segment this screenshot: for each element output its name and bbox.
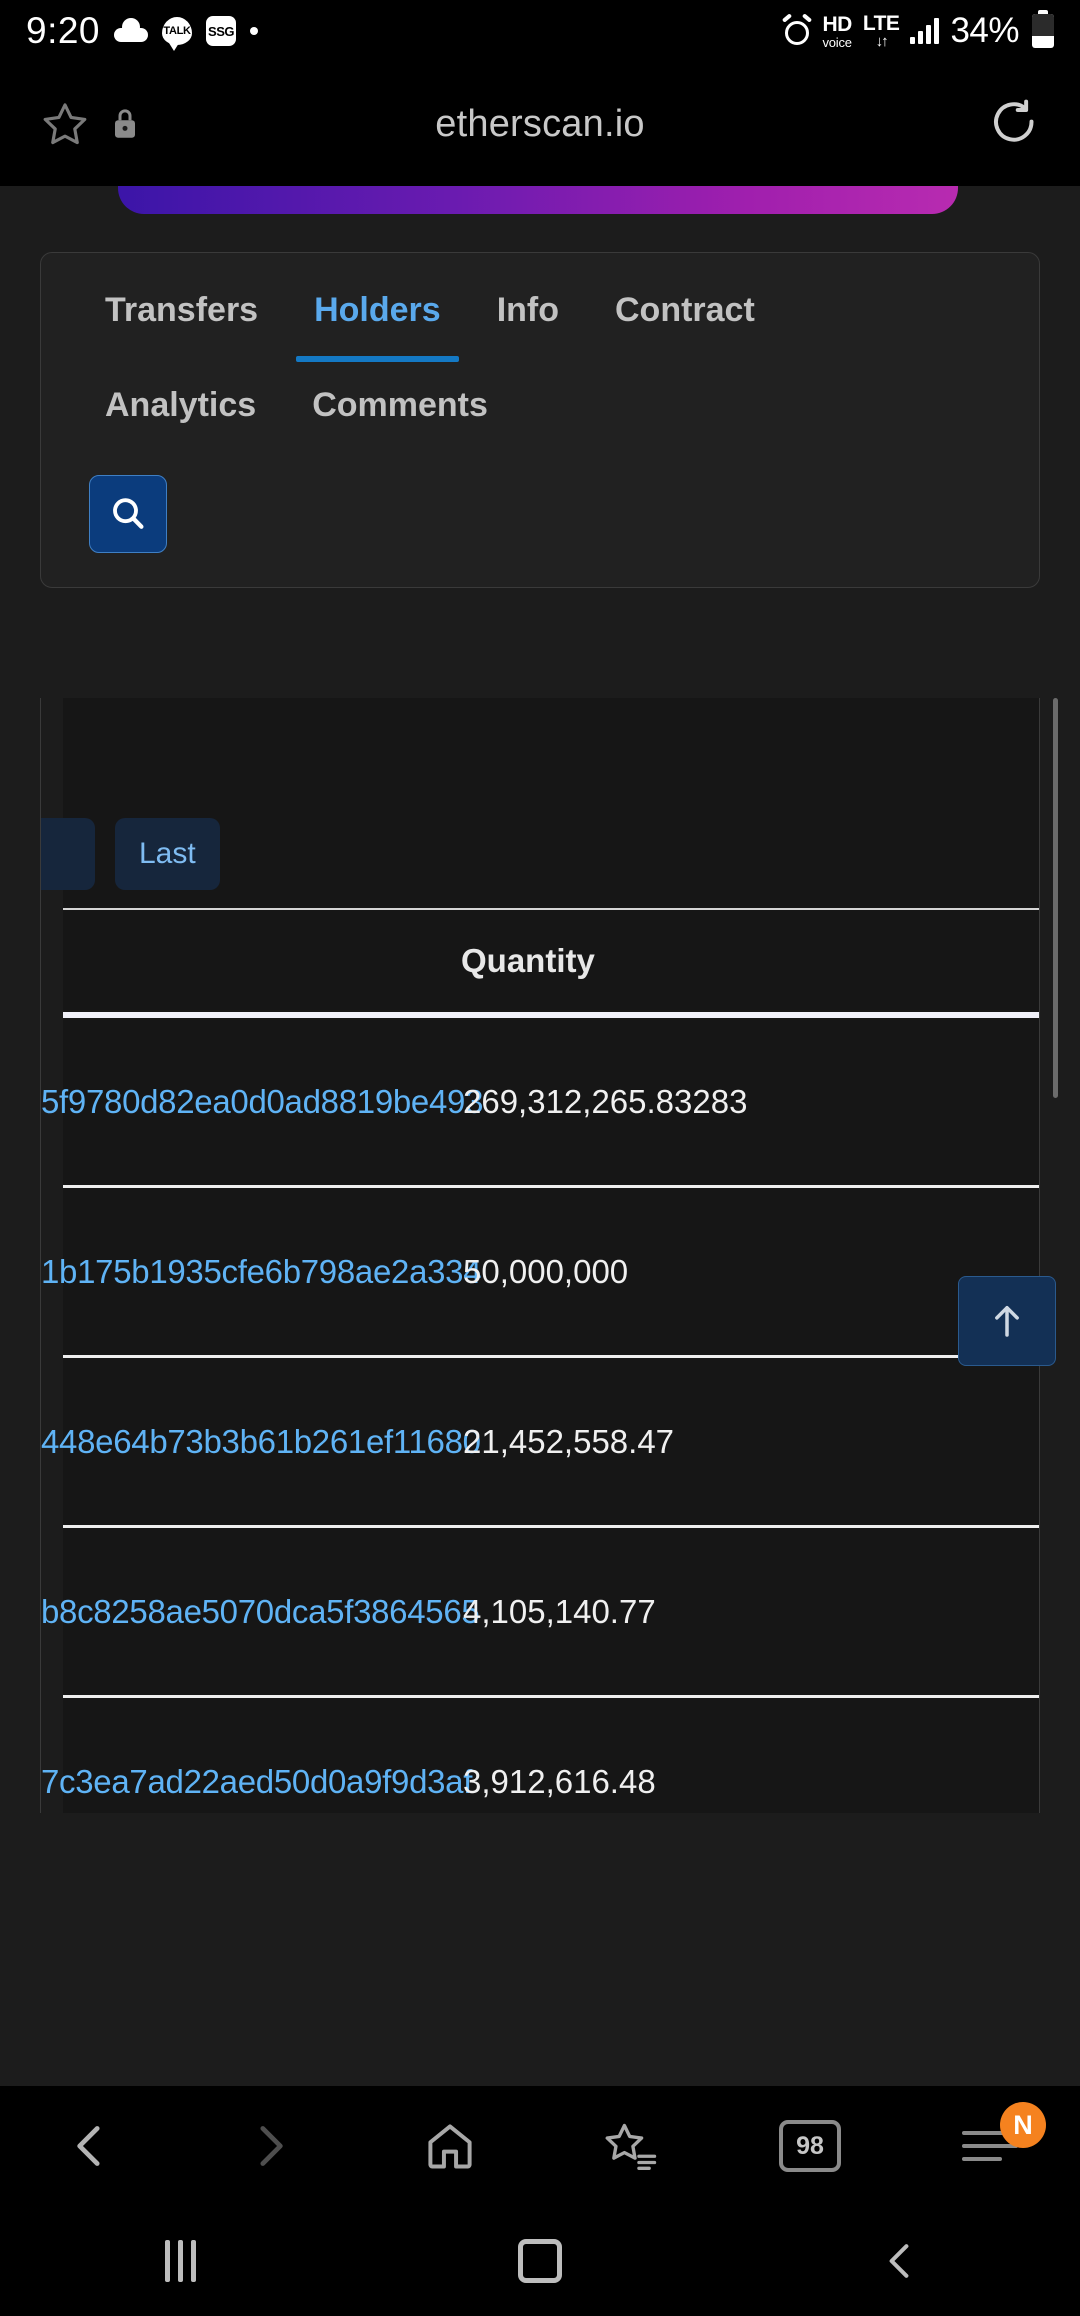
tab-count-badge: 98 bbox=[779, 2120, 841, 2172]
table-row[interactable]: 448e64b73b3b61b261ef11680 21,452,558.47 bbox=[41, 1358, 1039, 1528]
voice-label: voice bbox=[822, 34, 852, 50]
cloud-icon bbox=[114, 18, 149, 42]
table-row[interactable]: 7c3ea7ad22aed50d0a9f9d3af 3,912,616.48 bbox=[41, 1698, 1039, 1813]
browser-url-bar[interactable]: etherscan.io bbox=[0, 62, 1080, 186]
lte-label: LTE bbox=[862, 12, 900, 35]
browser-forward-button[interactable] bbox=[180, 2086, 360, 2206]
browser-back-button[interactable] bbox=[0, 2086, 180, 2206]
phone-screen: 9:20 TALK SSG HD voice LTE ↓↑ 34% ethers… bbox=[0, 0, 1080, 2316]
signal-bars-icon bbox=[910, 18, 940, 44]
search-icon bbox=[113, 498, 144, 529]
android-navigation-bar bbox=[0, 2206, 1080, 2316]
holder-quantity: 4,105,140.77 bbox=[463, 1592, 656, 1630]
holders-table: Last Quantity 5f9780d82ea0d0ad8819be493 … bbox=[41, 698, 1039, 1813]
table-row[interactable]: 1b175b1935cfe6b798ae2a334 50,000,000 bbox=[41, 1188, 1039, 1358]
browser-bottom-bar: 98 N bbox=[0, 2086, 1080, 2206]
holder-address-link[interactable]: 448e64b73b3b61b261ef11680 bbox=[41, 1423, 481, 1461]
lock-icon bbox=[110, 105, 140, 143]
arrow-up-icon bbox=[995, 1305, 1019, 1337]
scroll-to-top-button[interactable] bbox=[958, 1276, 1056, 1366]
holder-quantity: 21,452,558.47 bbox=[463, 1422, 675, 1460]
table-header-row: Quantity bbox=[63, 908, 1039, 1012]
holder-quantity: 3,912,616.48 bbox=[463, 1762, 656, 1800]
tab-contract[interactable]: Contract bbox=[587, 277, 783, 340]
search-area bbox=[41, 435, 1039, 587]
promo-banner[interactable] bbox=[118, 186, 958, 214]
android-recents-button[interactable] bbox=[0, 2240, 360, 2282]
pagination-prev-button[interactable] bbox=[41, 818, 95, 890]
page-url-title[interactable]: etherscan.io bbox=[0, 103, 1080, 146]
android-home-button[interactable] bbox=[360, 2239, 720, 2283]
holder-address-link[interactable]: 1b175b1935cfe6b798ae2a334 bbox=[41, 1253, 482, 1291]
lte-data-arrows-icon: ↓↑ bbox=[875, 33, 889, 50]
recents-icon bbox=[164, 2240, 196, 2282]
holder-quantity: 269,312,265.83283 bbox=[463, 1082, 748, 1120]
column-header-quantity[interactable]: Quantity bbox=[461, 942, 595, 980]
back-chevron-icon bbox=[889, 2244, 909, 2278]
tab-analytics[interactable]: Analytics bbox=[77, 372, 284, 435]
holder-address-link[interactable]: 5f9780d82ea0d0ad8819be493 bbox=[41, 1083, 483, 1121]
search-button[interactable] bbox=[89, 475, 167, 553]
status-clock: 9:20 bbox=[26, 10, 101, 51]
ssg-icon: SSG bbox=[206, 16, 237, 46]
home-square-icon bbox=[518, 2239, 562, 2283]
holder-address-link[interactable]: 7c3ea7ad22aed50d0a9f9d3af bbox=[41, 1763, 472, 1801]
browser-menu-button[interactable]: N bbox=[900, 2086, 1080, 2206]
token-tabs-card: Transfers Holders Info Contract Analytic… bbox=[40, 252, 1040, 588]
tab-info[interactable]: Info bbox=[469, 277, 587, 340]
browser-home-button[interactable] bbox=[360, 2086, 540, 2206]
battery-percent: 34% bbox=[950, 11, 1019, 50]
hd-label: HD bbox=[822, 12, 852, 36]
status-bar-left: 9:20 TALK SSG bbox=[26, 10, 259, 52]
holders-table-scroll-container[interactable]: Last Quantity 5f9780d82ea0d0ad8819be493 … bbox=[40, 698, 1040, 1813]
status-bar-right: HD voice LTE ↓↑ 34% bbox=[782, 10, 1054, 51]
kakaotalk-icon: TALK bbox=[162, 17, 193, 51]
status-bar: 9:20 TALK SSG HD voice LTE ↓↑ 34% bbox=[0, 0, 1080, 62]
holder-address-link[interactable]: b8c8258ae5070dca5f3864565 bbox=[41, 1593, 480, 1631]
browser-tab-switcher-button[interactable]: 98 bbox=[720, 2086, 900, 2206]
alarm-icon bbox=[782, 13, 813, 45]
notification-badge: N bbox=[1000, 2102, 1046, 2148]
home-icon bbox=[428, 2124, 472, 2169]
webpage-viewport: Transfers Holders Info Contract Analytic… bbox=[0, 186, 1080, 2086]
ssg-label: SSG bbox=[208, 23, 234, 39]
bookmark-list-icon bbox=[605, 2123, 657, 2170]
pagination-last-button[interactable]: Last bbox=[115, 818, 220, 890]
table-toolbar: Last bbox=[41, 698, 1039, 908]
tab-comments[interactable]: Comments bbox=[284, 372, 516, 435]
browser-bookmarks-button[interactable] bbox=[540, 2086, 720, 2206]
token-tabs-row-2: Analytics Comments bbox=[41, 340, 1039, 435]
bookmark-star-icon[interactable] bbox=[38, 97, 92, 151]
holder-quantity: 50,000,000 bbox=[463, 1252, 629, 1290]
chevron-left-icon bbox=[77, 2126, 100, 2166]
dot-icon bbox=[250, 27, 259, 35]
tab-holders[interactable]: Holders bbox=[286, 277, 469, 362]
token-tabs-row-1: Transfers Holders Info Contract bbox=[41, 253, 1039, 362]
hd-voice-icon: HD voice bbox=[822, 12, 852, 50]
page-scrollbar[interactable] bbox=[1053, 698, 1058, 1098]
table-row[interactable]: 5f9780d82ea0d0ad8819be493 269,312,265.83… bbox=[41, 1018, 1039, 1188]
tab-transfers[interactable]: Transfers bbox=[77, 277, 286, 340]
battery-icon bbox=[1032, 10, 1054, 48]
table-row[interactable]: b8c8258ae5070dca5f3864565 4,105,140.77 bbox=[41, 1528, 1039, 1698]
chevron-right-icon bbox=[260, 2126, 283, 2166]
kakaotalk-label: TALK bbox=[163, 24, 191, 37]
reload-icon[interactable] bbox=[986, 96, 1042, 152]
lte-icon: LTE ↓↑ bbox=[863, 13, 900, 49]
android-back-button[interactable] bbox=[720, 2237, 1080, 2285]
